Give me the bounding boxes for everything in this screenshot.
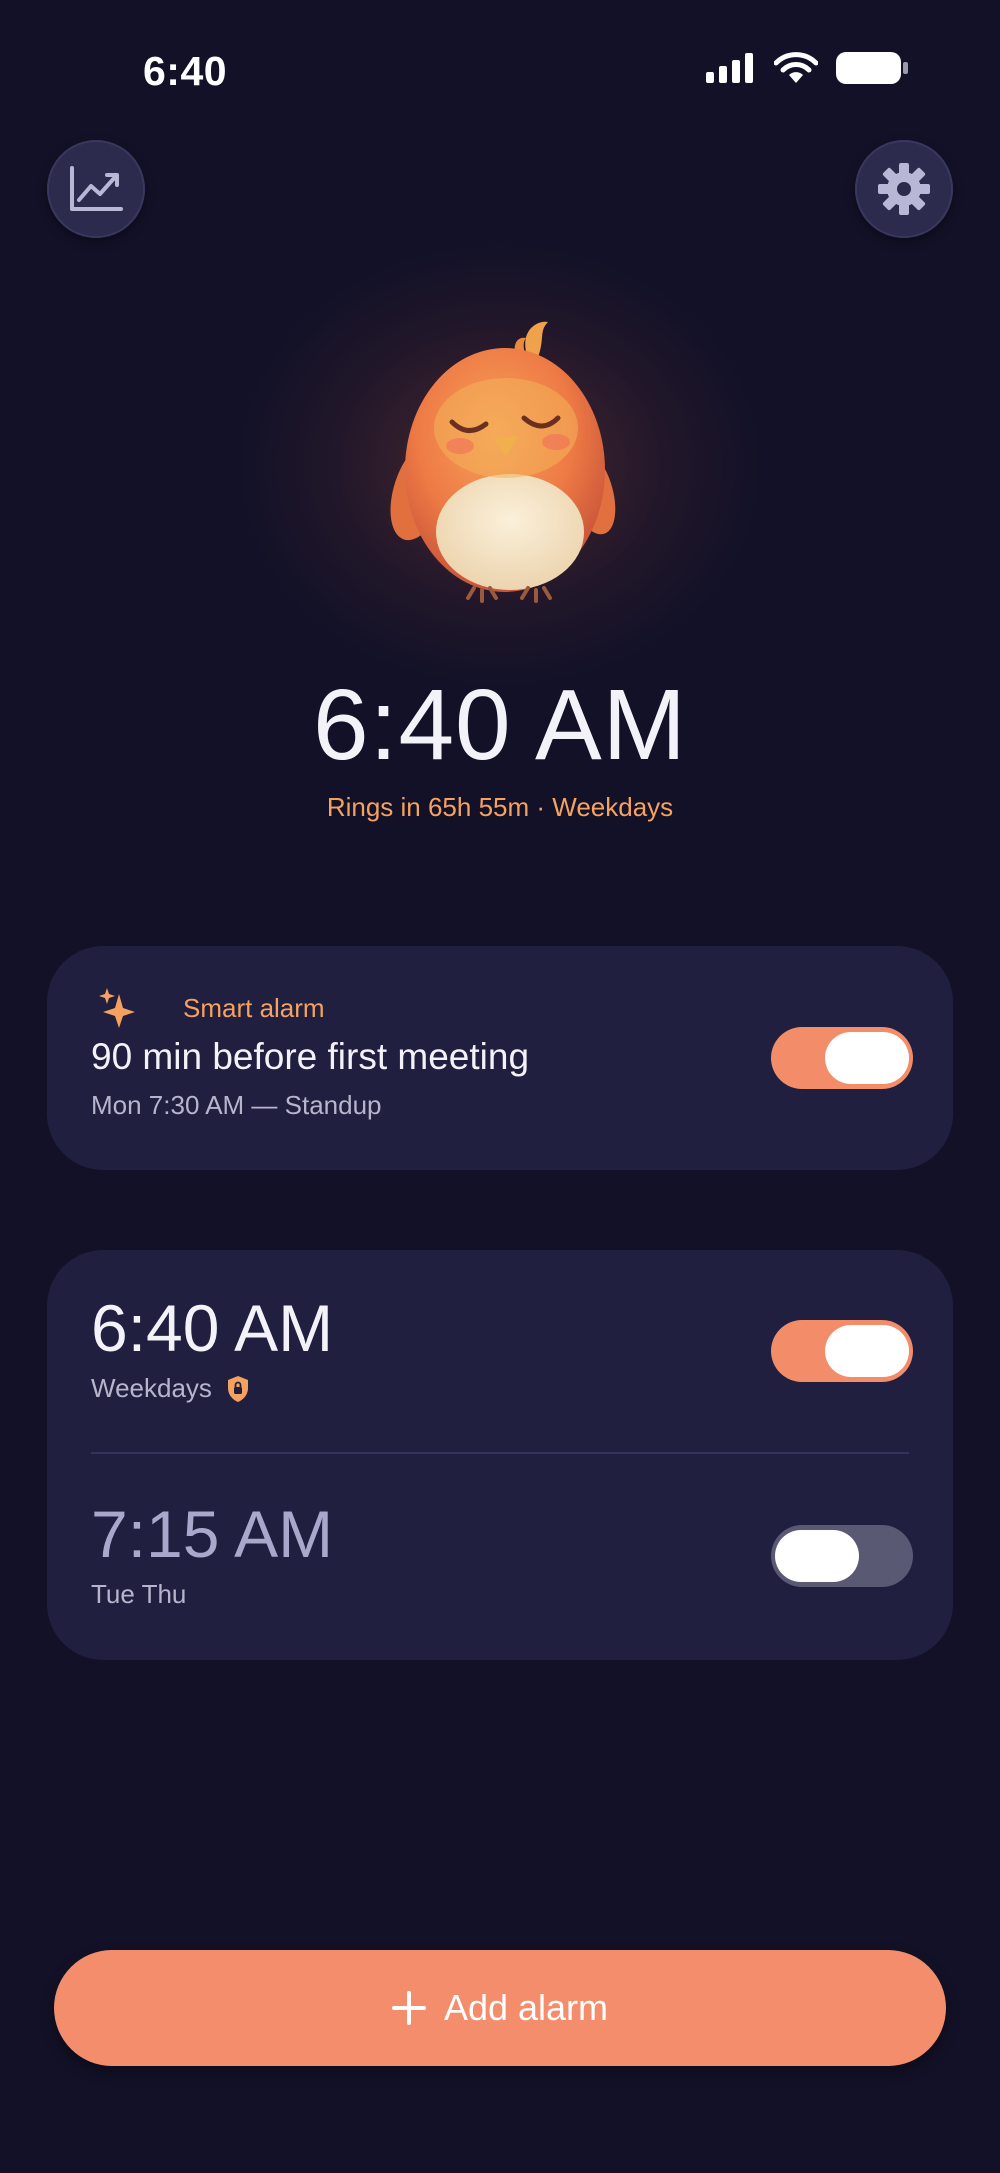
alarm-toggle[interactable] [771,1525,913,1587]
smart-alarm-label: Smart alarm [183,992,325,1023]
gear-icon [878,163,930,215]
alarm-time: 6:40 AM [91,1291,334,1365]
toggle-knob [825,1325,909,1377]
toggle-knob [825,1032,909,1084]
alarms-list-card: 6:40 AM Weekdays 7:15 AM Tue Thu [47,1250,953,1660]
smart-alarm-toggle[interactable] [771,1027,913,1089]
alarm-days-label: Tue Thu [91,1579,187,1609]
toggle-knob [775,1530,859,1582]
alarm-row[interactable]: 6:40 AM Weekdays [47,1290,953,1440]
chart-line-icon [70,166,123,211]
alarm-row[interactable]: 7:15 AM Tue Thu [47,1496,953,1646]
sleeping-bird-mascot [390,321,616,603]
add-alarm-label: Add alarm [443,1987,609,2028]
sparkle-icon [99,988,135,1028]
battery-icon [836,52,908,84]
alarm-days: Weekdays [91,1373,250,1404]
lock-shield-icon [226,1375,250,1403]
settings-button[interactable] [855,140,953,238]
alarm-home-screen: 6:40 6:40 AM Rings in 65h 55m · Weekdays… [0,0,1000,2173]
smart-alarm-header: Smart alarm [99,988,325,1028]
alarm-time: 7:15 AM [91,1497,334,1571]
divider [91,1452,909,1454]
next-alarm-countdown: Rings in 65h 55m · Weekdays [326,792,674,822]
alarm-days: Tue Thu [91,1579,186,1610]
alarm-toggle[interactable] [771,1320,913,1382]
smart-alarm-card[interactable]: Smart alarm 90 min before first meeting … [47,946,953,1170]
smart-alarm-subtitle: Mon 7:30 AM — Standup [91,1090,382,1120]
add-alarm-button[interactable]: Add alarm [54,1950,946,2066]
status-bar-icons [706,52,908,84]
stats-button[interactable] [47,140,145,238]
status-bar-time: 6:40 [143,48,228,94]
alarm-days-label: Weekdays [91,1373,212,1403]
signal-icon [706,53,753,83]
wifi-icon [774,52,818,83]
next-alarm-time: 6:40 AM [313,669,687,781]
plus-icon [391,1991,426,2025]
smart-alarm-title: 90 min before first meeting [91,1036,530,1077]
